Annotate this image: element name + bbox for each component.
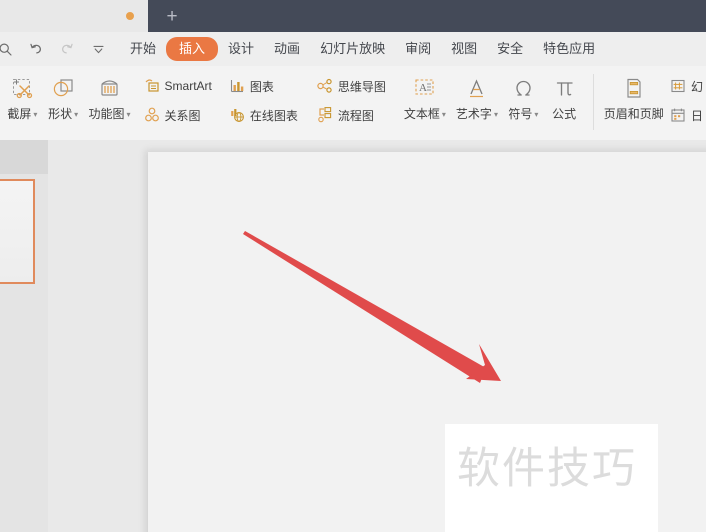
chart-group: 图表 在线图表 bbox=[225, 70, 301, 127]
formula-label: 公式 bbox=[552, 107, 577, 121]
chart-button[interactable]: 图表 bbox=[225, 74, 301, 98]
word-art-button[interactable]: 艺术字 ▾ bbox=[451, 70, 503, 122]
menu-bar: 开始 插入 设计 动画 幻灯片放映 审阅 视图 安全 特色应用 bbox=[0, 32, 706, 67]
date-time-button[interactable]: 日 bbox=[666, 103, 706, 127]
word-art-label: 艺术字 ▾ bbox=[455, 107, 498, 121]
ribbon-toolbar: 截屏 ▾ 形状 ▾ 功能图 ▾ SmartArt 关系图 图表 在线图表 思维导… bbox=[0, 66, 706, 141]
new-tab-button[interactable]: + bbox=[148, 0, 196, 32]
smartart-icon bbox=[143, 77, 161, 95]
date-time-label: 日 bbox=[690, 108, 703, 123]
mind-map-icon bbox=[316, 77, 334, 95]
ribbon-tab-list: 开始 插入 设计 动画 幻灯片放映 审阅 视图 安全 特色应用 bbox=[120, 37, 605, 61]
chevron-down-icon[interactable]: ▾ bbox=[442, 110, 446, 119]
function-chart-icon bbox=[96, 73, 123, 103]
thumbnail-panel-header bbox=[0, 140, 48, 174]
relationship-chart-icon bbox=[143, 106, 161, 124]
header-footer-icon bbox=[620, 73, 647, 103]
tab-slideshow[interactable]: 幻灯片放映 bbox=[310, 37, 395, 61]
undo-icon[interactable] bbox=[25, 38, 47, 60]
slide-number-icon bbox=[669, 77, 687, 95]
chart-label: 图表 bbox=[249, 79, 274, 94]
text-box-label: 文本框 ▾ bbox=[403, 107, 446, 121]
symbol-button[interactable]: 符号 ▾ bbox=[503, 70, 544, 122]
screenshot-button[interactable]: 截屏 ▾ bbox=[2, 70, 43, 122]
chevron-down-icon[interactable]: ▾ bbox=[127, 110, 131, 119]
chevron-down-icon[interactable]: ▾ bbox=[534, 110, 538, 119]
plus-icon: + bbox=[166, 5, 178, 27]
customize-toolbar-chevron-icon[interactable] bbox=[87, 38, 109, 60]
shapes-label: 形状 ▾ bbox=[48, 107, 79, 121]
flow-chart-label: 流程图 bbox=[337, 108, 374, 123]
tab-featured-apps[interactable]: 特色应用 bbox=[533, 37, 605, 61]
formula-button[interactable]: 公式 bbox=[544, 70, 585, 122]
mind-map-button[interactable]: 思维导图 bbox=[313, 74, 389, 98]
relationship-chart-button[interactable]: 关系图 bbox=[140, 103, 215, 127]
editor-work-area: 软件技巧 bbox=[0, 140, 706, 532]
chevron-down-icon[interactable]: ▾ bbox=[494, 110, 498, 119]
tab-review[interactable]: 审阅 bbox=[395, 37, 441, 61]
tab-home[interactable]: 开始 bbox=[120, 37, 166, 61]
word-art-icon bbox=[463, 73, 490, 103]
function-chart-button[interactable]: 功能图 ▾ bbox=[84, 70, 136, 122]
tab-view[interactable]: 视图 bbox=[441, 37, 487, 61]
watermark-text: 软件技巧 bbox=[457, 444, 637, 494]
online-chart-label: 在线图表 bbox=[249, 108, 298, 123]
chevron-down-icon[interactable]: ▾ bbox=[33, 110, 37, 119]
text-box-button[interactable]: A 文本框 ▾ bbox=[399, 70, 451, 122]
shapes-icon bbox=[50, 73, 77, 103]
diagram-group: 思维导图 流程图 bbox=[313, 70, 389, 127]
smartart-label: SmartArt bbox=[164, 79, 212, 93]
online-chart-button[interactable]: 在线图表 bbox=[225, 103, 301, 127]
slide-thumbnail-1-selected[interactable] bbox=[0, 179, 35, 284]
screenshot-icon bbox=[9, 73, 36, 103]
slide-thumbnail-panel[interactable] bbox=[0, 140, 49, 532]
relationship-chart-label: 关系图 bbox=[164, 108, 201, 123]
function-chart-label: 功能图 ▾ bbox=[88, 107, 131, 121]
bar-chart-icon bbox=[228, 77, 246, 95]
symbol-label: 符号 ▾ bbox=[508, 107, 539, 121]
redo-icon[interactable] bbox=[56, 38, 78, 60]
calendar-icon bbox=[669, 106, 687, 124]
quick-access-toolbar bbox=[0, 38, 109, 60]
watermark-panel: 软件技巧 bbox=[445, 424, 658, 532]
tab-design[interactable]: 设计 bbox=[218, 37, 264, 61]
wps-presentation-window: + 开始 插入 设计 动画 幻灯片放映 审阅 视图 安全 特色应用 截屏 ▾ 形… bbox=[0, 0, 706, 532]
svg-text:A: A bbox=[419, 82, 427, 94]
header-footer-button[interactable]: 页眉和页脚 bbox=[603, 70, 664, 122]
online-chart-icon bbox=[228, 106, 246, 124]
slide-number-date-group: 幻 日 bbox=[666, 70, 706, 127]
document-tab[interactable] bbox=[0, 0, 148, 32]
omega-symbol-icon bbox=[510, 73, 537, 103]
shapes-button[interactable]: 形状 ▾ bbox=[43, 70, 84, 122]
flow-chart-icon bbox=[316, 106, 334, 124]
screenshot-label: 截屏 ▾ bbox=[7, 107, 38, 121]
text-box-icon: A bbox=[411, 73, 438, 103]
smartart-button[interactable]: SmartArt bbox=[140, 74, 215, 98]
window-tab-bar: + bbox=[0, 0, 706, 32]
tab-insert[interactable]: 插入 bbox=[166, 37, 219, 61]
slide-number-label: 幻 bbox=[690, 79, 703, 94]
search-icon[interactable] bbox=[0, 38, 16, 60]
slide-number-button[interactable]: 幻 bbox=[666, 74, 706, 98]
mind-map-label: 思维导图 bbox=[337, 79, 386, 94]
pi-symbol-icon bbox=[551, 73, 578, 103]
flow-chart-button[interactable]: 流程图 bbox=[313, 103, 389, 127]
unsaved-indicator-dot bbox=[126, 12, 134, 20]
chevron-down-icon[interactable]: ▾ bbox=[74, 110, 78, 119]
tab-security[interactable]: 安全 bbox=[487, 37, 533, 61]
header-footer-label: 页眉和页脚 bbox=[603, 107, 664, 121]
ribbon-group-divider bbox=[593, 74, 595, 130]
tab-animation[interactable]: 动画 bbox=[264, 37, 310, 61]
smartart-group: SmartArt 关系图 bbox=[140, 70, 215, 127]
